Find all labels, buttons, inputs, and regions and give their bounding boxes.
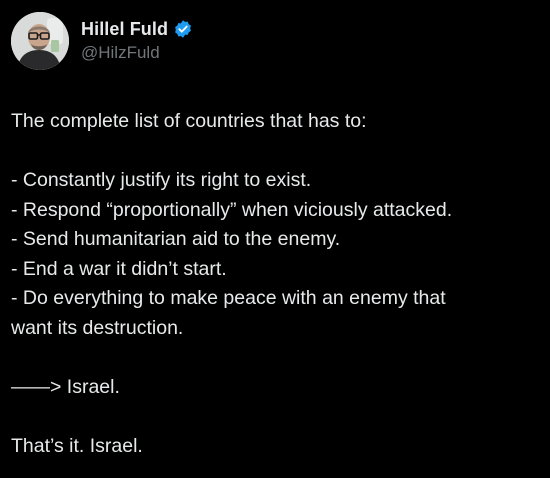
verified-badge-icon bbox=[173, 19, 193, 39]
tweet-list-item-continuation: want its destruction. bbox=[11, 316, 184, 339]
tweet-list-item: - Do everything to make peace with an en… bbox=[11, 287, 446, 309]
tweet-list-item: - End a war it didn’t start. bbox=[11, 257, 227, 280]
tweet-list-item: - Constantly justify its right to exist. bbox=[11, 169, 312, 191]
author-handle[interactable]: @HilzFuld bbox=[81, 43, 193, 63]
avatar-photo-icon bbox=[11, 12, 69, 70]
author-display-name[interactable]: Hillel Fuld bbox=[81, 19, 168, 40]
tweet-list-item: - Respond “proportionally” when viciousl… bbox=[11, 198, 453, 221]
tweet-header: Hillel Fuld @HilzFuld bbox=[11, 12, 193, 70]
tweet-list-item: - Send humanitarian aid to the enemy. bbox=[11, 228, 341, 250]
tweet-arrow-line: ——> Israel. bbox=[11, 375, 120, 398]
tweet-closing-line: That’s it. Israel. bbox=[11, 434, 143, 457]
tweet-text: The complete list of countries that has … bbox=[11, 107, 543, 461]
avatar[interactable] bbox=[11, 12, 69, 70]
tweet-intro: The complete list of countries that has … bbox=[11, 110, 367, 132]
